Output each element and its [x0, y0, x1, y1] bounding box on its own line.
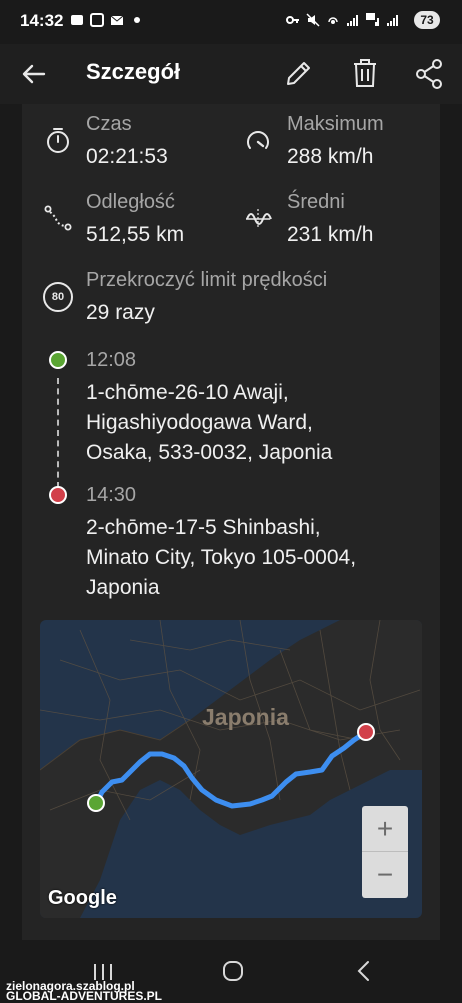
mail-icon: [110, 15, 124, 25]
end-point-marker: [49, 486, 67, 504]
route-distance-icon: [44, 205, 72, 231]
route-timeline-line: [57, 378, 59, 488]
watermark: zielonagora.szablog.pl GLOBAL-ADVENTURES…: [6, 980, 162, 1002]
signal-icon: [347, 15, 358, 26]
edit-pencil-icon[interactable]: [284, 58, 314, 88]
distance-label: Odległość: [86, 191, 175, 213]
home-icon[interactable]: [222, 960, 244, 982]
max-speed-value: 288 km/h: [287, 145, 374, 168]
average-wave-icon: [246, 209, 272, 229]
end-time: 14:30: [86, 484, 137, 506]
google-logo: Google: [48, 887, 117, 909]
signal-2-icon: [387, 15, 398, 26]
stopwatch-icon: [47, 128, 69, 153]
zoom-out-button[interactable]: −: [362, 852, 408, 898]
start-point-marker: [49, 351, 67, 369]
speed-limit-value: 29 razy: [86, 301, 155, 324]
zoom-in-button[interactable]: +: [362, 806, 408, 852]
mute-icon: [306, 13, 320, 27]
key-icon: [286, 16, 299, 24]
map-zoom-control: + −: [362, 806, 408, 898]
speedometer-icon: [247, 131, 269, 149]
battery-indicator: 73: [414, 11, 440, 29]
5g-signal-icon: [366, 13, 379, 26]
scan-icon: [90, 13, 104, 27]
share-icon[interactable]: [414, 58, 444, 90]
app-bar: Szczegół: [0, 44, 462, 104]
time-label: Czas: [86, 113, 132, 135]
teams-icon: [71, 15, 83, 25]
dot-icon: [134, 17, 140, 23]
start-address: 1-chōme-26-10 Awaji, Higashiyodogawa War…: [86, 381, 333, 464]
page-title: Szczegół: [86, 59, 181, 84]
end-address: 2-chōme-17-5 Shinbashi, Minato City, Tok…: [86, 516, 357, 599]
status-time: 14:32: [20, 11, 64, 30]
nav-back-icon[interactable]: [354, 960, 372, 982]
max-speed-label: Maksimum: [287, 113, 384, 135]
distance-value: 512,55 km: [86, 223, 185, 246]
average-speed-value: 231 km/h: [287, 223, 374, 246]
notification-icons: [70, 13, 144, 27]
delete-trash-icon[interactable]: [350, 57, 380, 89]
hotspot-icon: [328, 17, 338, 24]
system-icons: [286, 13, 400, 27]
speed-limit-label: Przekroczyć limit prędkości: [86, 269, 328, 291]
map-country-label: Japonia: [202, 704, 289, 730]
speed-limit-badge-icon: 80: [43, 282, 73, 312]
status-bar: 14:32 73: [0, 0, 462, 44]
time-value: 02:21:53: [86, 145, 168, 168]
map-end-marker: [357, 723, 375, 741]
start-time: 12:08: [86, 349, 137, 371]
average-speed-label: Średni: [287, 191, 345, 213]
back-arrow-icon[interactable]: [20, 60, 48, 88]
map-start-marker: [87, 794, 105, 812]
